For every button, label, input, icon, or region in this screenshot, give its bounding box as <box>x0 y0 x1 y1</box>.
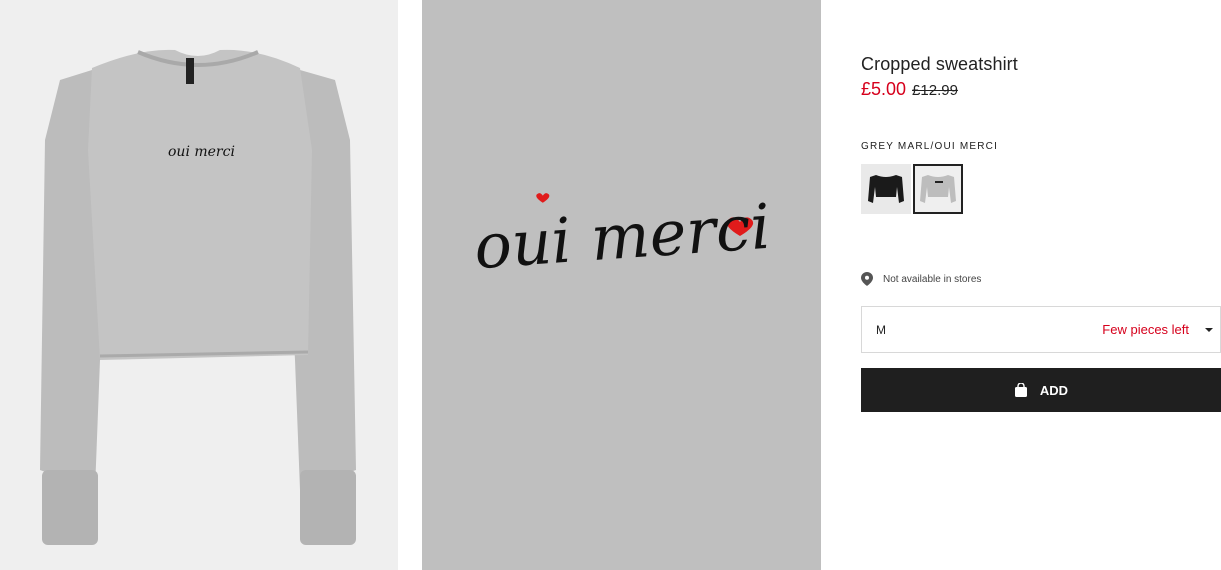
original-price: £12.99 <box>912 82 958 99</box>
add-to-bag-button[interactable]: ADD <box>861 368 1221 412</box>
swatch-black[interactable] <box>861 164 911 214</box>
fabric-texture <box>422 0 821 570</box>
store-availability: Not available in stores <box>861 272 981 286</box>
product-info-panel: Cropped sweatshirt £5.00 £12.99 GREY MAR… <box>861 0 1221 570</box>
swatch-grey-oui-merci[interactable] <box>913 164 963 214</box>
product-image-detail[interactable]: oui merci <box>422 0 821 570</box>
location-pin-icon <box>861 272 873 286</box>
grey-sweatshirt-thumb-icon <box>920 175 956 203</box>
selected-color-name: GREY MARL/OUI MERCI <box>861 141 999 152</box>
black-sweatshirt-thumb-icon <box>868 175 904 203</box>
product-image-main[interactable]: oui merci <box>0 0 398 570</box>
size-select[interactable]: M Few pieces left <box>861 306 1221 353</box>
shopping-bag-icon <box>1014 383 1027 397</box>
color-swatches <box>861 164 963 214</box>
print-text-small: oui merci <box>168 144 235 160</box>
price-row: £5.00 £12.99 <box>861 79 958 100</box>
sale-price: £5.00 <box>861 79 907 99</box>
stock-status: Few pieces left <box>1102 322 1189 337</box>
size-value: M <box>876 322 886 337</box>
store-availability-text: Not available in stores <box>883 273 982 285</box>
product-title: Cropped sweatshirt <box>861 54 1018 74</box>
sweatshirt-illustration <box>0 0 398 570</box>
chevron-down-icon <box>1205 327 1213 332</box>
add-button-label: ADD <box>1039 382 1069 398</box>
